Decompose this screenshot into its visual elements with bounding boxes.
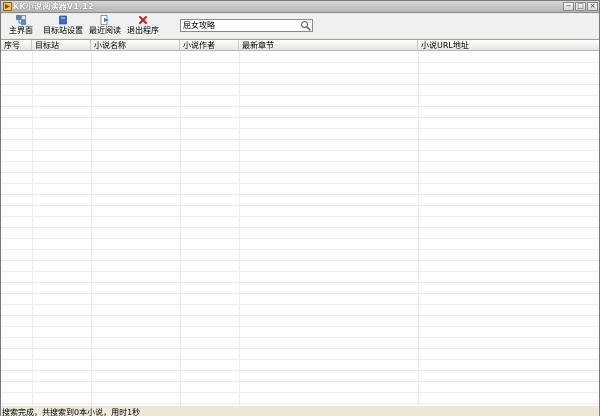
column-header-target-site[interactable]: 目标站 (32, 40, 91, 51)
column-header-novel-name[interactable]: 小说名称 (91, 40, 180, 51)
column-header-index[interactable]: 序号 (1, 40, 32, 51)
app-logo-icon (3, 2, 12, 11)
column-header-author[interactable]: 小说作者 (180, 40, 239, 51)
search-box (180, 19, 313, 32)
app-window: KK小说阅读器V1.12 − □ × 主界面 目标站设置 最近阅读 退出程序 屈… (0, 0, 600, 416)
settings-button-label: 目标站设置 (43, 26, 83, 35)
window-title: KK小说阅读器V1.12 (13, 2, 94, 11)
recent-read-icon (100, 15, 109, 25)
status-bar: 搜索完成，共搜索到0本小说，用时1秒 (1, 407, 599, 416)
target-site-settings-button[interactable]: 目标站设置 (41, 15, 85, 37)
exit-button[interactable]: 退出程序 (125, 15, 161, 37)
exit-icon (139, 16, 147, 24)
home-button-label: 主界面 (9, 26, 33, 35)
table-body[interactable] (1, 51, 599, 406)
table-header: 序号 目标站 小说名称 小说作者 最新章节 小说URL地址 (1, 40, 599, 51)
settings-icon (59, 15, 67, 25)
search-input[interactable] (183, 20, 299, 31)
home-icon (16, 15, 26, 25)
title-bar[interactable]: KK小说阅读器V1.12 − □ × (1, 1, 599, 13)
recent-read-button-label: 最近阅读 (89, 26, 121, 35)
close-button[interactable]: × (587, 2, 598, 11)
minimize-button[interactable]: − (563, 2, 574, 11)
status-text: 搜索完成，共搜索到0本小说，用时1秒 (2, 408, 141, 416)
window-controls: − □ × (563, 2, 598, 12)
novel-results-table[interactable]: 序号 目标站 小说名称 小说作者 最新章节 小说URL地址 (1, 39, 599, 406)
grid-lines (1, 51, 599, 406)
column-header-novel-url[interactable]: 小说URL地址 (418, 40, 599, 51)
home-button[interactable]: 主界面 (7, 15, 35, 37)
maximize-button[interactable]: □ (575, 2, 586, 11)
exit-button-label: 退出程序 (127, 26, 159, 35)
recent-read-button[interactable]: 最近阅读 (87, 15, 123, 37)
search-icon[interactable] (300, 20, 311, 31)
column-header-latest-chapter[interactable]: 最新章节 (239, 40, 418, 51)
